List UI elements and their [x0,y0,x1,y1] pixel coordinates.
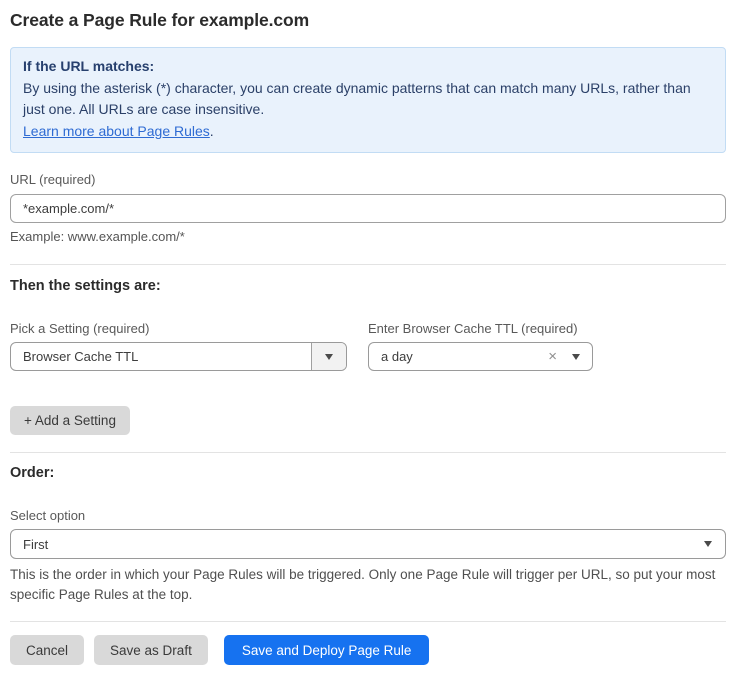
create-page-rule-panel: Create a Page Rule for example.com If th… [0,0,736,665]
url-field-label: URL (required) [10,172,726,187]
ttl-picker-label: Enter Browser Cache TTL (required) [368,321,726,336]
section-divider [10,452,726,453]
ttl-picker-value: a day [369,349,548,364]
setting-picker-label: Pick a Setting (required) [10,321,368,336]
info-box-link-line: Learn more about Page Rules. [23,121,713,143]
info-box-body: By using the asterisk (*) character, you… [23,78,713,121]
actions-row: Cancel Save as Draft Save and Deploy Pag… [10,635,726,665]
setting-picker-value: Browser Cache TTL [11,349,311,364]
order-select-value: First [11,537,704,552]
settings-labels-row: Pick a Setting (required) Enter Browser … [10,321,726,336]
section-divider [10,621,726,622]
url-example-helper: Example: www.example.com/* [10,229,726,245]
setting-picker-select[interactable]: Browser Cache TTL [10,342,347,371]
order-select[interactable]: First [10,529,726,559]
info-box-heading: If the URL matches: [23,56,713,78]
settings-section-heading: Then the settings are: [10,278,726,295]
clear-icon[interactable]: × [548,349,557,364]
order-caret-wrap [704,541,712,547]
setting-picker-caret-button[interactable] [311,343,346,370]
save-as-draft-button[interactable]: Save as Draft [94,635,208,665]
section-divider [10,264,726,265]
link-suffix: . [210,123,214,139]
save-and-deploy-button[interactable]: Save and Deploy Page Rule [224,635,430,665]
url-match-info-box: If the URL matches: By using the asteris… [10,47,726,153]
learn-more-link[interactable]: Learn more about Page Rules [23,123,210,139]
page-title: Create a Page Rule for example.com [10,8,726,32]
order-section-heading: Order: [10,465,726,482]
order-helper-text: This is the order in which your Page Rul… [10,565,726,605]
order-select-label: Select option [10,508,726,523]
settings-selects-row: Browser Cache TTL a day × [10,342,726,371]
add-setting-button[interactable]: + Add a Setting [10,406,130,435]
chevron-down-icon [572,354,580,360]
ttl-picker-select[interactable]: a day × [368,342,593,371]
chevron-down-icon [704,541,712,547]
cancel-button[interactable]: Cancel [10,635,84,665]
url-input[interactable] [10,194,726,223]
ttl-caret-wrap[interactable] [572,354,580,360]
chevron-down-icon [325,354,333,360]
